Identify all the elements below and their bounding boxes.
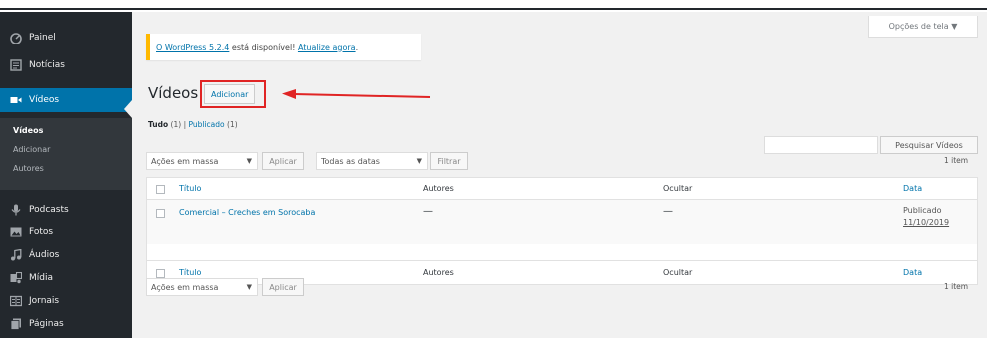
sidebar-item-paginas[interactable]: Páginas (0, 312, 132, 336)
screen-options-button[interactable]: Opções de tela ▼ (868, 16, 978, 38)
dashboard-icon (9, 31, 23, 45)
submenu-item-adicionar[interactable]: Adicionar (13, 145, 50, 154)
filter-published-link[interactable]: Publicado (188, 120, 224, 129)
select-all-checkbox-bottom[interactable] (156, 269, 165, 278)
sidebar-item-podcasts[interactable]: Podcasts (0, 198, 132, 222)
sidebar-item-label: Vídeos (29, 95, 60, 105)
filter-all-link[interactable]: Tudo (148, 120, 168, 129)
sidebar-item-jornais[interactable]: Jornais (0, 289, 132, 313)
column-title-header[interactable]: Título (179, 184, 201, 193)
sidebar-item-fotos[interactable]: Fotos (0, 220, 132, 244)
sidebar-item-label: Podcasts (29, 205, 69, 215)
search-input[interactable] (764, 136, 878, 154)
bulk-actions-select-top[interactable]: Ações em massa ▼ (146, 152, 258, 170)
column-date-footer[interactable]: Data (903, 268, 922, 277)
sidebar-item-videos[interactable]: Vídeos (0, 88, 132, 112)
column-title-footer[interactable]: Título (179, 268, 201, 277)
table-row: Comercial – Creches em Sorocaba — — Publ… (147, 200, 977, 244)
row-title-link[interactable]: Comercial – Creches em Sorocaba (179, 208, 315, 217)
filter-button[interactable]: Filtrar (430, 152, 468, 170)
filter-all-count: (1) (168, 120, 184, 129)
column-hide-footer: Ocultar (663, 268, 693, 277)
row-date-value: 11/10/2019 (903, 218, 950, 227)
annotation-highlight-box (200, 80, 266, 108)
image-icon (9, 225, 23, 239)
sidebar-item-painel[interactable]: Painel (0, 26, 132, 50)
sidebar-item-label: Notícias (29, 60, 65, 70)
status-filter-links: Tudo (1) | Publicado (1) (148, 120, 238, 129)
sidebar-item-label: Mídia (29, 273, 53, 283)
page-title: Vídeos (148, 84, 199, 102)
sidebar-item-audios[interactable]: Áudios (0, 243, 132, 267)
microphone-icon (9, 203, 23, 217)
row-checkbox[interactable] (156, 209, 165, 218)
active-menu-arrow (124, 100, 132, 118)
sidebar-item-label: Fotos (29, 227, 54, 237)
date-filter-select[interactable]: Todas as datas ▼ (316, 152, 428, 170)
chevron-down-icon: ▼ (416, 157, 422, 165)
date-filter-value: Todas as datas (321, 156, 380, 166)
chevron-down-icon: ▼ (246, 283, 252, 291)
pages-icon (9, 317, 23, 331)
filter-separator: | (183, 120, 187, 129)
column-hide-header: Ocultar (663, 184, 693, 193)
posts-icon (9, 58, 23, 72)
sidebar-item-label: Jornais (29, 296, 60, 306)
newspaper-icon (9, 294, 23, 308)
row-hide: — (663, 206, 673, 217)
video-icon (9, 93, 23, 107)
update-now-link[interactable]: Atualize agora (298, 43, 356, 52)
sidebar-item-midia[interactable]: Mídia (0, 266, 132, 290)
column-date-header[interactable]: Data (903, 184, 922, 193)
bulk-actions-value-bottom: Ações em massa (151, 282, 219, 292)
items-count-bottom: 1 item (944, 282, 969, 291)
notice-text: está disponível! (229, 42, 298, 52)
apply-button-top[interactable]: Aplicar (262, 152, 304, 170)
items-count-top: 1 item (944, 156, 969, 165)
column-authors-header: Autores (423, 184, 454, 193)
music-icon (9, 248, 23, 262)
row-date-status: Publicado (903, 206, 942, 215)
submenu-item-autores[interactable]: Autores (13, 164, 44, 173)
chevron-down-icon: ▼ (246, 157, 252, 165)
sidebar-item-label: Áudios (29, 250, 60, 260)
submenu-item-videos[interactable]: Vídeos (13, 126, 43, 135)
select-all-checkbox[interactable] (156, 185, 165, 194)
media-icon (9, 271, 23, 285)
sidebar-item-label: Páginas (29, 319, 64, 329)
bulk-actions-select-bottom[interactable]: Ações em massa ▼ (146, 278, 258, 296)
notice-end: . (355, 42, 359, 52)
bulk-actions-value: Ações em massa (151, 156, 219, 166)
main-content: Opções de tela ▼ O WordPress 5.2.4 está … (132, 12, 987, 338)
wordpress-version-link[interactable]: O WordPress 5.2.4 (156, 43, 229, 52)
filter-published-count: (1) (224, 120, 238, 129)
top-admin-bar (0, 0, 987, 10)
videos-submenu: Vídeos Adicionar Autores (0, 118, 132, 190)
update-notice: O WordPress 5.2.4 está disponível! Atual… (146, 34, 421, 60)
apply-button-bottom[interactable]: Aplicar (262, 278, 304, 296)
app-frame: Painel Notícias Vídeos Vídeos Adicionar … (0, 0, 987, 338)
column-authors-footer: Autores (423, 268, 454, 277)
row-authors: — (423, 206, 433, 217)
admin-sidebar: Painel Notícias Vídeos Vídeos Adicionar … (0, 12, 132, 338)
row-date: Publicado 11/10/2019 (903, 205, 949, 229)
sidebar-item-label: Painel (29, 33, 56, 43)
annotation-arrow (282, 89, 431, 99)
table-header-row: Título Autores Ocultar Data (147, 178, 977, 200)
sidebar-item-noticias[interactable]: Notícias (0, 53, 132, 77)
search-videos-button[interactable]: Pesquisar Vídeos (880, 136, 978, 154)
videos-table: Título Autores Ocultar Data Comercial – … (146, 177, 978, 285)
